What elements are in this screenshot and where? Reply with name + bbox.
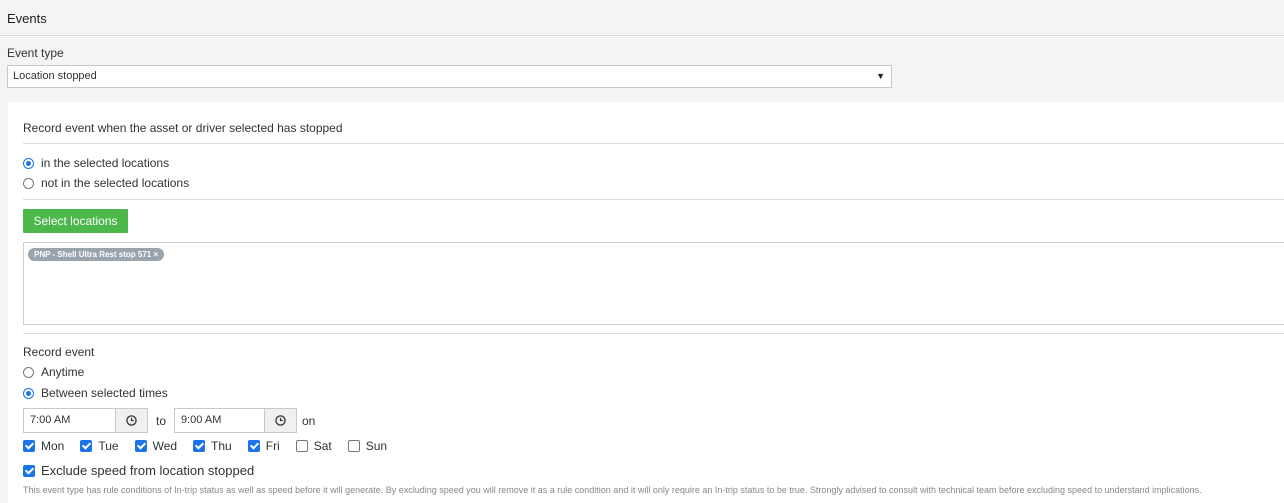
to-label: to <box>156 414 167 428</box>
day-label: Tue <box>98 439 119 453</box>
day-sun[interactable]: Sun <box>347 439 388 453</box>
radio-in-locations[interactable]: in the selected locations <box>23 156 169 170</box>
radio-button[interactable] <box>23 177 34 189</box>
rule-description: Record event when the asset or driver se… <box>23 121 343 135</box>
radio-label: in the selected locations <box>41 156 170 170</box>
day-label: Wed <box>152 439 178 453</box>
selected-locations-box[interactable]: PNP - Shell Ultra Rest stop 571 × <box>23 242 1284 325</box>
day-label: Sun <box>365 439 388 453</box>
radio-anytime[interactable]: Anytime <box>23 365 84 379</box>
exclude-speed-label: Exclude speed from location stopped <box>41 463 255 478</box>
end-time-input[interactable]: 9:00 AM <box>174 408 297 433</box>
day-tue[interactable]: Tue <box>80 439 119 453</box>
day-label: Mon <box>41 439 65 453</box>
event-type-label: Event type <box>7 46 64 60</box>
select-locations-button[interactable]: Select locations <box>23 209 128 233</box>
clock-button[interactable] <box>264 409 296 432</box>
day-thu[interactable]: Thu <box>193 439 232 453</box>
radio-between-times[interactable]: Between selected times <box>23 386 168 400</box>
page-title: Events <box>7 11 47 26</box>
day-sat[interactable]: Sat <box>295 439 332 453</box>
divider <box>23 143 1284 144</box>
clock-icon <box>126 415 137 426</box>
radio-button[interactable] <box>23 387 34 399</box>
radio-label: not in the selected locations <box>41 176 190 190</box>
exclude-speed-checkbox[interactable]: Exclude speed from location stopped <box>23 463 254 478</box>
checkbox[interactable] <box>23 464 35 477</box>
day-wed[interactable]: Wed <box>134 439 178 453</box>
location-tag[interactable]: PNP - Shell Ultra Rest stop 571 × <box>28 248 165 261</box>
clock-button[interactable] <box>115 409 147 432</box>
rule-panel: Record event when the asset or driver se… <box>8 102 1284 503</box>
record-event-label: Record event <box>23 345 95 359</box>
event-type-select[interactable]: Location stopped ▼ <box>7 65 892 88</box>
checkbox[interactable] <box>80 440 93 452</box>
clock-icon <box>275 415 286 426</box>
day-label: Sat <box>313 439 332 453</box>
event-type-value: Location stopped <box>13 70 97 82</box>
divider <box>23 199 1284 200</box>
start-time-input[interactable]: 7:00 AM <box>23 408 148 433</box>
start-time-value[interactable]: 7:00 AM <box>24 409 115 432</box>
exclude-speed-note: This event type has rule conditions of I… <box>23 485 1202 495</box>
day-label: Fri <box>265 439 280 453</box>
on-label: on <box>302 414 316 428</box>
day-fri[interactable]: Fri <box>247 439 280 453</box>
radio-label: Anytime <box>41 365 85 379</box>
day-mon[interactable]: Mon <box>23 439 64 453</box>
checkbox[interactable] <box>193 440 206 452</box>
checkbox[interactable] <box>347 440 360 452</box>
days-row: Mon Tue Wed Thu Fri Sat Sun <box>23 439 403 453</box>
radio-button[interactable] <box>23 366 34 378</box>
radio-label: Between selected times <box>41 386 168 400</box>
checkbox[interactable] <box>247 440 260 452</box>
divider <box>23 333 1284 334</box>
header-divider <box>0 35 1284 36</box>
radio-button[interactable] <box>23 157 34 169</box>
checkbox[interactable] <box>295 440 308 452</box>
checkbox[interactable] <box>134 440 147 452</box>
day-label: Thu <box>211 439 232 453</box>
end-time-value[interactable]: 9:00 AM <box>175 409 264 432</box>
caret-down-icon: ▼ <box>876 71 885 81</box>
checkbox[interactable] <box>23 440 35 452</box>
radio-not-in-locations[interactable]: not in the selected locations <box>23 176 189 190</box>
